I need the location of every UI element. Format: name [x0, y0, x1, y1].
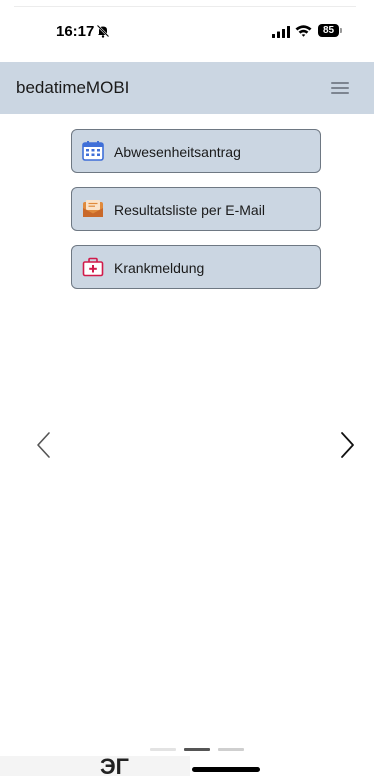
wifi-icon — [295, 25, 312, 37]
carousel-indicator-1[interactable] — [150, 748, 176, 751]
sick-leave-button[interactable]: Krankmeldung — [71, 245, 321, 289]
home-indicator[interactable] — [192, 767, 260, 772]
battery-level: 85 — [318, 24, 339, 37]
app-header: bedatimeMOBI — [0, 62, 374, 114]
chevron-left-icon[interactable] — [34, 430, 54, 460]
sick-leave-label: Krankmeldung — [114, 260, 205, 276]
bell-slash-icon — [96, 24, 110, 38]
battery-indicator: 85 — [318, 24, 342, 37]
hamburger-menu-icon[interactable] — [324, 76, 356, 100]
bottom-overlay — [0, 756, 190, 776]
carousel-indicator-2[interactable] — [184, 748, 210, 751]
email-envelope-icon — [83, 200, 103, 217]
results-email-button[interactable]: Resultatsliste per E-Mail — [71, 187, 321, 231]
battery-tip — [340, 28, 342, 33]
cellular-signal-icon — [272, 26, 290, 38]
status-bar-divider — [14, 6, 356, 7]
carousel-indicator-3[interactable] — [218, 748, 244, 751]
carousel-indicators — [150, 748, 244, 754]
calendar-icon — [82, 141, 104, 161]
absence-request-label: Abwesenheitsantrag — [114, 144, 241, 160]
status-bar: 16:17 85 — [0, 0, 374, 58]
chevron-right-icon[interactable] — [337, 430, 357, 460]
bottom-glyph: ЭΓ — [100, 754, 129, 776]
absence-request-button[interactable]: Abwesenheitsantrag — [71, 129, 321, 173]
status-time: 16:17 — [56, 23, 95, 40]
results-email-label: Resultatsliste per E-Mail — [114, 202, 265, 218]
app-title: bedatimeMOBI — [16, 78, 130, 97]
medical-kit-icon — [82, 257, 104, 277]
